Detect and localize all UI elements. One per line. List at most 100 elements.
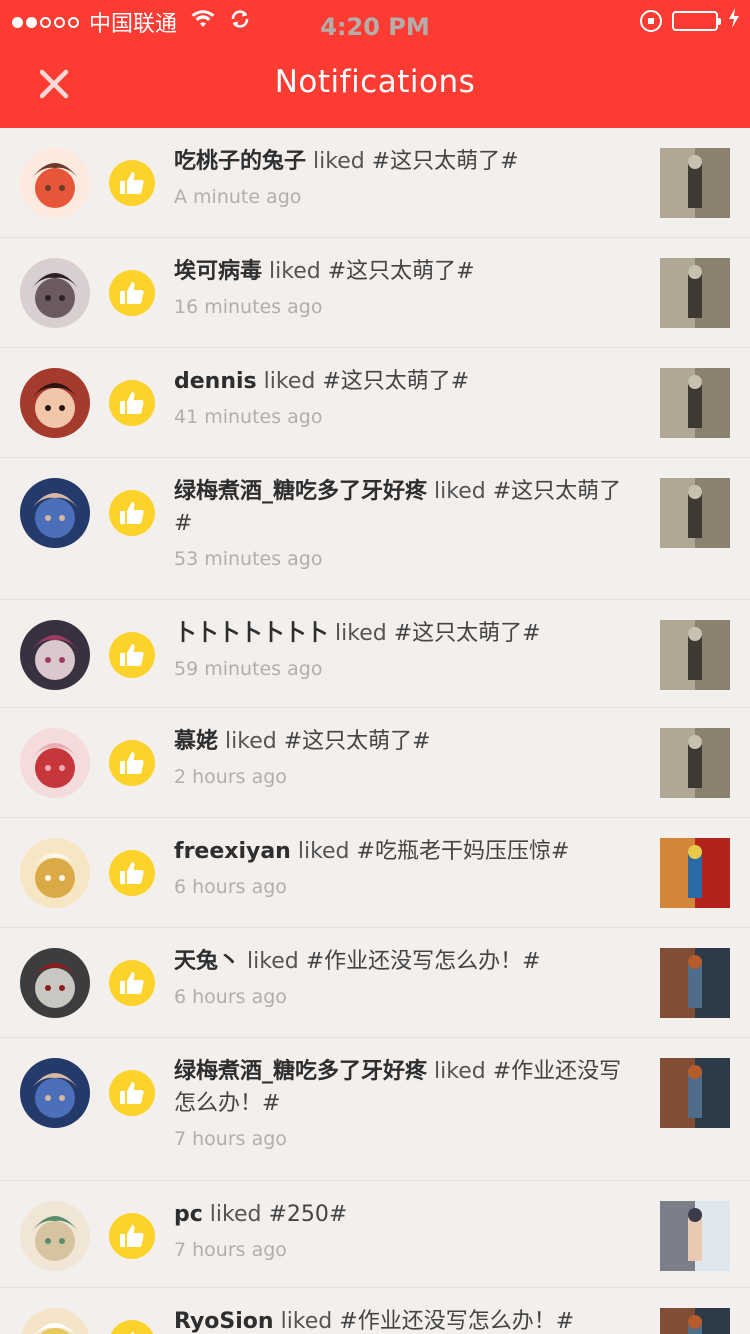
notification-text: 卜卜卜卜卜卜卜 liked #这只太萌了# 59 minutes ago bbox=[174, 618, 634, 680]
status-right bbox=[640, 8, 740, 33]
charging-bolt-icon bbox=[728, 8, 740, 33]
notification-message: 天兔丶 liked #作业还没写怎么办！# bbox=[174, 946, 634, 978]
thumbs-up-icon bbox=[109, 160, 155, 206]
status-time: 4:20 PM bbox=[320, 13, 430, 41]
topic-tag[interactable]: #这只太萌了# bbox=[322, 369, 469, 394]
notification-text: RyoSion liked #作业还没写怎么办！# bbox=[174, 1306, 634, 1334]
notification-row[interactable]: 埃可病毒 liked #这只太萌了# 16 minutes ago bbox=[0, 238, 750, 348]
action-verb: liked bbox=[434, 1059, 486, 1084]
thumbs-up-icon bbox=[109, 490, 155, 536]
action-verb: liked bbox=[225, 729, 277, 754]
username[interactable]: freexiyan bbox=[174, 839, 291, 864]
thumbs-up-icon bbox=[109, 1213, 155, 1259]
action-verb: liked bbox=[434, 479, 486, 504]
thumbs-up-icon bbox=[109, 1320, 155, 1334]
notification-text: dennis liked #这只太萌了# 41 minutes ago bbox=[174, 366, 634, 428]
notification-text: 埃可病毒 liked #这只太萌了# 16 minutes ago bbox=[174, 256, 634, 318]
avatar[interactable] bbox=[20, 368, 90, 438]
action-verb: liked bbox=[335, 621, 387, 646]
notification-time: 53 minutes ago bbox=[174, 548, 323, 570]
notification-text: 天兔丶 liked #作业还没写怎么办！# 6 hours ago bbox=[174, 946, 634, 1008]
username[interactable]: pc bbox=[174, 1202, 203, 1227]
notification-row[interactable]: 卜卜卜卜卜卜卜 liked #这只太萌了# 59 minutes ago bbox=[0, 600, 750, 708]
thumbs-up-icon bbox=[109, 632, 155, 678]
topic-tag[interactable]: #这只太萌了# bbox=[284, 729, 431, 754]
notification-text: freexiyan liked #吃瓶老干妈压压惊# 6 hours ago bbox=[174, 836, 634, 898]
notification-message: 埃可病毒 liked #这只太萌了# bbox=[174, 256, 634, 288]
topic-tag[interactable]: #这只太萌了# bbox=[394, 621, 541, 646]
action-verb: liked bbox=[269, 259, 321, 284]
notification-row[interactable]: 绿梅煮酒_糖吃多了牙好疼 liked #作业还没写怎么办！# 7 hours ag… bbox=[0, 1038, 750, 1181]
notification-time: 6 hours ago bbox=[174, 986, 287, 1008]
action-verb: liked bbox=[280, 1309, 333, 1334]
post-thumbnail[interactable] bbox=[660, 478, 730, 548]
topic-tag[interactable]: #吃瓶老干妈压压惊# bbox=[357, 839, 570, 864]
thumbs-up-icon bbox=[109, 270, 155, 316]
username[interactable]: 吃桃子的兔子 bbox=[174, 149, 306, 174]
notification-message: pc liked #250# bbox=[174, 1199, 634, 1231]
post-thumbnail[interactable] bbox=[660, 1201, 730, 1271]
notification-row[interactable]: dennis liked #这只太萌了# 41 minutes ago bbox=[0, 348, 750, 458]
username[interactable]: 慕姥 bbox=[174, 729, 218, 754]
thumbs-up-icon bbox=[109, 1070, 155, 1116]
notification-row[interactable]: RyoSion liked #作业还没写怎么办！# bbox=[0, 1288, 750, 1334]
notification-time: 16 minutes ago bbox=[174, 296, 323, 318]
notification-message: 绿梅煮酒_糖吃多了牙好疼 liked #这只太萌了# bbox=[174, 476, 634, 540]
avatar[interactable] bbox=[20, 1308, 90, 1334]
notification-message: freexiyan liked #吃瓶老干妈压压惊# bbox=[174, 836, 634, 868]
avatar[interactable] bbox=[20, 478, 90, 548]
action-verb: liked bbox=[209, 1202, 262, 1227]
username[interactable]: 卜卜卜卜卜卜卜 bbox=[174, 621, 328, 646]
rotation-lock-icon bbox=[640, 9, 662, 32]
post-thumbnail[interactable] bbox=[660, 948, 730, 1018]
post-thumbnail[interactable] bbox=[660, 620, 730, 690]
notification-list: 吃桃子的兔子 liked #这只太萌了# A minute ago 埃可病毒 lik… bbox=[0, 128, 750, 1334]
username[interactable]: dennis bbox=[174, 369, 257, 394]
thumbs-up-icon bbox=[109, 960, 155, 1006]
notification-row[interactable]: 慕姥 liked #这只太萌了# 2 hours ago bbox=[0, 708, 750, 818]
topic-tag[interactable]: #250# bbox=[268, 1202, 347, 1227]
notification-row[interactable]: 绿梅煮酒_糖吃多了牙好疼 liked #这只太萌了# 53 minutes ago bbox=[0, 458, 750, 600]
username[interactable]: 绿梅煮酒_糖吃多了牙好疼 bbox=[174, 1059, 427, 1084]
notification-message: 绿梅煮酒_糖吃多了牙好疼 liked #作业还没写怎么办！# bbox=[174, 1056, 634, 1120]
post-thumbnail[interactable] bbox=[660, 368, 730, 438]
notification-row[interactable]: 吃桃子的兔子 liked #这只太萌了# A minute ago bbox=[0, 128, 750, 238]
avatar[interactable] bbox=[20, 1201, 90, 1271]
avatar[interactable] bbox=[20, 948, 90, 1018]
notification-time: A minute ago bbox=[174, 186, 302, 208]
post-thumbnail[interactable] bbox=[660, 148, 730, 218]
notification-text: 吃桃子的兔子 liked #这只太萌了# A minute ago bbox=[174, 146, 634, 208]
notification-text: 慕姥 liked #这只太萌了# 2 hours ago bbox=[174, 726, 634, 788]
avatar[interactable] bbox=[20, 838, 90, 908]
topic-tag[interactable]: #这只太萌了# bbox=[328, 259, 475, 284]
avatar[interactable] bbox=[20, 728, 90, 798]
post-thumbnail[interactable] bbox=[660, 1308, 730, 1334]
topic-tag[interactable]: #作业还没写怎么办！# bbox=[339, 1309, 574, 1334]
battery-icon bbox=[672, 10, 721, 31]
avatar[interactable] bbox=[20, 258, 90, 328]
avatar[interactable] bbox=[20, 620, 90, 690]
username[interactable]: 绿梅煮酒_糖吃多了牙好疼 bbox=[174, 479, 427, 504]
post-thumbnail[interactable] bbox=[660, 258, 730, 328]
action-verb: liked bbox=[313, 149, 365, 174]
topic-tag[interactable]: #这只太萌了# bbox=[372, 149, 519, 174]
post-thumbnail[interactable] bbox=[660, 728, 730, 798]
thumbs-up-icon bbox=[109, 850, 155, 896]
notification-message: 卜卜卜卜卜卜卜 liked #这只太萌了# bbox=[174, 618, 634, 650]
avatar[interactable] bbox=[20, 148, 90, 218]
avatar[interactable] bbox=[20, 1058, 90, 1128]
username[interactable]: 埃可病毒 bbox=[174, 259, 262, 284]
notification-message: dennis liked #这只太萌了# bbox=[174, 366, 634, 398]
notification-row[interactable]: pc liked #250# 7 hours ago bbox=[0, 1181, 750, 1288]
notification-row[interactable]: 天兔丶 liked #作业还没写怎么办！# 6 hours ago bbox=[0, 928, 750, 1038]
username[interactable]: 天兔丶 bbox=[174, 949, 240, 974]
thumbs-up-icon bbox=[109, 380, 155, 426]
username[interactable]: RyoSion bbox=[174, 1309, 274, 1334]
action-verb: liked bbox=[263, 369, 316, 394]
notification-time: 7 hours ago bbox=[174, 1239, 287, 1261]
post-thumbnail[interactable] bbox=[660, 1058, 730, 1128]
notification-row[interactable]: freexiyan liked #吃瓶老干妈压压惊# 6 hours ago bbox=[0, 818, 750, 928]
post-thumbnail[interactable] bbox=[660, 838, 730, 908]
topic-tag[interactable]: #作业还没写怎么办！# bbox=[306, 949, 541, 974]
notification-message: 慕姥 liked #这只太萌了# bbox=[174, 726, 634, 758]
